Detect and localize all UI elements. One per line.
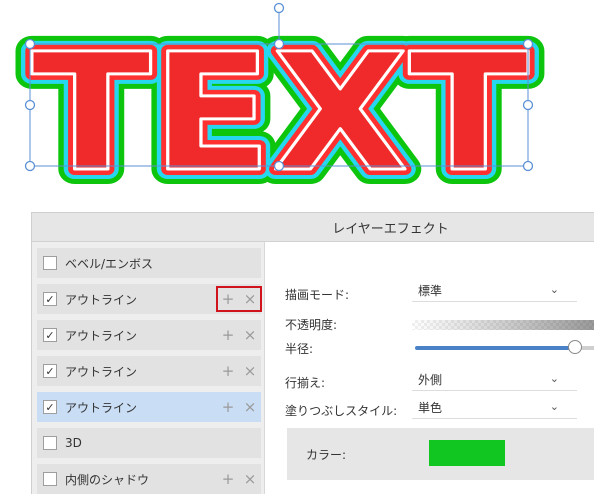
- effect-label: アウトライン: [65, 292, 138, 307]
- alignment-select[interactable]: 外側 ⌄: [412, 369, 577, 391]
- effect-label: アウトライン: [65, 400, 138, 415]
- panel-title: レイヤーエフェクト: [332, 221, 449, 237]
- effect-checkbox[interactable]: [43, 472, 57, 486]
- effect-label: アウトライン: [65, 364, 138, 379]
- effect-list: ベベル/エンボスアウトライン+×アウトライン+×アウトライン+×アウトライン+×…: [32, 242, 265, 494]
- effect-actions: + ×: [217, 467, 261, 491]
- text-artwork[interactable]: TEXT TEXT TEXT TEXT: [0, 0, 594, 205]
- fill-style-select[interactable]: 単色 ⌄: [412, 397, 577, 419]
- remove-effect-button[interactable]: ×: [244, 398, 257, 416]
- effect-item[interactable]: アウトライン+×: [37, 392, 261, 422]
- color-swatch[interactable]: [429, 440, 505, 466]
- effect-label: 内側のシャドウ: [65, 472, 150, 487]
- add-effect-button[interactable]: +: [222, 398, 235, 416]
- remove-effect-button[interactable]: ×: [244, 470, 257, 488]
- effect-label: 3D: [65, 436, 82, 450]
- fill-style-label: 塗りつぶしスタイル:: [285, 404, 398, 418]
- effect-item[interactable]: アウトライン+×: [37, 284, 262, 314]
- effect-item[interactable]: 内側のシャドウ + ×: [37, 464, 261, 494]
- resize-handle-top-right[interactable]: [522, 38, 534, 50]
- color-row: カラー:: [287, 428, 594, 480]
- alignment-label: 行揃え:: [285, 376, 326, 390]
- panel-title-bar[interactable]: レイヤーエフェクト: [32, 213, 594, 242]
- remove-effect-button[interactable]: ×: [244, 326, 257, 344]
- effect-checkbox[interactable]: [43, 328, 57, 342]
- effect-item[interactable]: 3D: [37, 428, 261, 458]
- alignment-value: 外側: [418, 373, 443, 387]
- rotate-handle[interactable]: [273, 2, 285, 14]
- effect-checkbox[interactable]: [43, 256, 57, 270]
- effect-label: アウトライン: [65, 328, 138, 343]
- add-effect-button[interactable]: +: [222, 470, 235, 488]
- effect-item[interactable]: ベベル/エンボス: [37, 248, 261, 278]
- canvas-area[interactable]: TEXT TEXT TEXT TEXT: [0, 0, 594, 205]
- effect-actions: + ×: [216, 286, 262, 312]
- effect-actions: + ×: [217, 359, 261, 383]
- remove-effect-button[interactable]: ×: [244, 290, 257, 308]
- blend-mode-label: 描画モード:: [285, 288, 350, 302]
- effect-label: ベベル/エンボス: [65, 256, 154, 271]
- radius-slider-knob[interactable]: [568, 340, 582, 354]
- resize-handle-bottom-right[interactable]: [522, 160, 534, 172]
- remove-effect-button[interactable]: ×: [244, 362, 257, 380]
- chevron-down-icon: ⌄: [549, 372, 559, 385]
- effect-checkbox[interactable]: [43, 364, 57, 378]
- effect-item[interactable]: アウトライン+×: [37, 356, 261, 386]
- layer-effects-panel: レイヤーエフェクト ベベル/エンボスアウトライン+×アウトライン+×アウトライン…: [31, 212, 594, 494]
- add-effect-button[interactable]: +: [222, 326, 235, 344]
- resize-handle-top[interactable]: [273, 38, 285, 50]
- resize-handle-right[interactable]: [522, 99, 534, 111]
- add-effect-button[interactable]: +: [222, 362, 235, 380]
- fill-style-value: 単色: [418, 401, 443, 415]
- effect-checkbox[interactable]: [43, 292, 57, 306]
- opacity-label: 不透明度:: [285, 318, 338, 332]
- effect-settings: 描画モード: 標準 ⌄ 不透明度: 半径: 行揃え: 外側 ⌄ 塗りつぶしスタイ…: [265, 242, 594, 494]
- effect-checkbox[interactable]: [43, 436, 57, 450]
- chevron-down-icon: ⌄: [549, 400, 559, 413]
- add-effect-button[interactable]: +: [222, 290, 235, 308]
- radius-slider-track[interactable]: [415, 346, 575, 350]
- opacity-slider[interactable]: [412, 320, 594, 330]
- chevron-down-icon: ⌄: [549, 283, 559, 296]
- color-label: カラー:: [306, 448, 347, 462]
- blend-mode-value: 標準: [418, 284, 443, 298]
- effect-item[interactable]: アウトライン+×: [37, 320, 261, 350]
- resize-handle-top-left[interactable]: [24, 38, 36, 50]
- resize-handle-bottom[interactable]: [273, 160, 285, 172]
- effect-actions: + ×: [217, 323, 261, 347]
- blend-mode-select[interactable]: 標準 ⌄: [412, 280, 577, 302]
- resize-handle-left[interactable]: [24, 99, 36, 111]
- effect-checkbox[interactable]: [43, 400, 57, 414]
- radius-label: 半径:: [285, 342, 314, 356]
- resize-handle-bottom-left[interactable]: [24, 160, 36, 172]
- effect-actions: + ×: [217, 395, 261, 419]
